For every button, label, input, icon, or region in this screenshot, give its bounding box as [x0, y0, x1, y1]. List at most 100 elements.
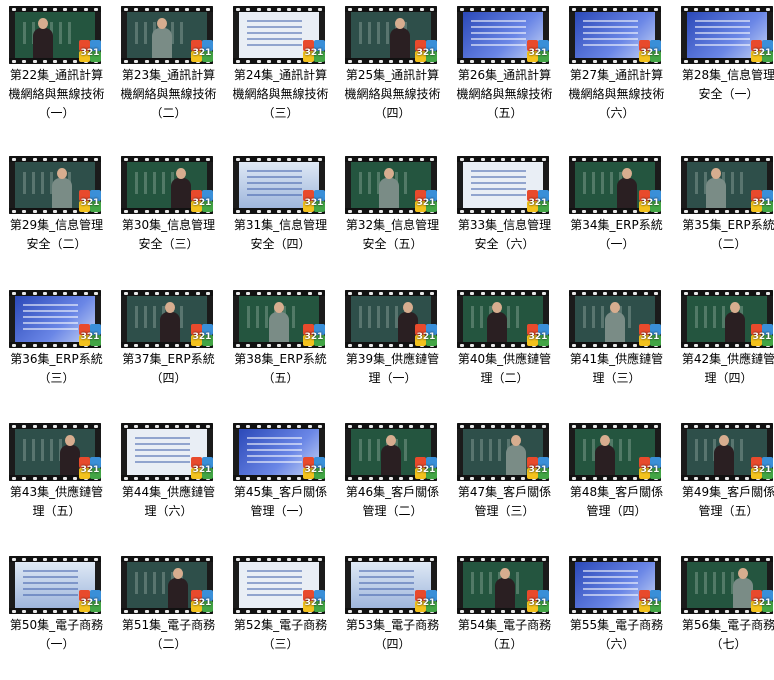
video-file-item[interactable]: 321 第29集_信息管理安全（二） [4, 152, 116, 280]
lecturer-figure [269, 302, 289, 342]
video-file-item[interactable]: 321 第42集_供應鏈管理（四） [676, 286, 774, 414]
video-thumbnail[interactable]: 321 [457, 6, 549, 64]
video-file-item[interactable]: 321 第23集_通訊計算機網絡與無線技術（二） [116, 2, 228, 130]
video-thumbnail[interactable]: 321 [121, 423, 213, 481]
video-file-item[interactable]: 321 第22集_通訊計算機網絡與無線技術（一） [4, 2, 116, 130]
video-file-name: 第36集_ERP系統（三） [10, 352, 103, 385]
video-file-item[interactable]: 321 第39集_供應鏈管理（一） [340, 286, 452, 414]
video-thumbnail[interactable]: 321 [9, 423, 101, 481]
video-thumbnail[interactable]: 321 [681, 556, 773, 614]
video-file-item[interactable]: 321 第26集_通訊計算機網絡與無線技術（五） [452, 2, 564, 130]
video-file-name: 第46集_客戶關係管理（二） [345, 485, 440, 518]
video-file-name: 第26集_通訊計算機網絡與無線技術（五） [456, 68, 553, 120]
video-thumbnail[interactable]: 321 [457, 423, 549, 481]
video-thumbnail[interactable]: 321 [345, 556, 437, 614]
video-thumbnail[interactable]: 321 [233, 290, 325, 348]
video-file-item[interactable]: 321 第47集_客戶關係管理（三） [452, 419, 564, 547]
video-file-name: 第38集_ERP系統（五） [234, 352, 327, 385]
video-file-item[interactable]: 321 第27集_通訊計算機網絡與無線技術（六） [564, 2, 676, 130]
video-file-item[interactable]: 321 第55集_電子商務（六） [564, 552, 676, 680]
video-file-item[interactable]: 321 第34集_ERP系統（一） [564, 152, 676, 280]
video-file-item[interactable]: 321 第56集_電子商務（七） [676, 552, 774, 680]
video-file-item[interactable]: 321 第44集_供應鏈管理（六） [116, 419, 228, 547]
media-player-badge-icon: 321 [639, 40, 661, 64]
video-file-item[interactable]: 321 第43集_供應鏈管理（五） [4, 419, 116, 547]
video-file-item[interactable]: 321 第30集_信息管理安全（三） [116, 152, 228, 280]
video-thumbnail[interactable]: 321 [9, 556, 101, 614]
video-thumbnail[interactable]: 321 [681, 423, 773, 481]
video-file-item[interactable]: 321 第51集_電子商務（二） [116, 552, 228, 680]
video-thumbnail[interactable]: 321 [345, 6, 437, 64]
video-file-item[interactable]: 321 第53集_電子商務（四） [340, 552, 452, 680]
video-file-item[interactable]: 321 第24集_通訊計算機網絡與無線技術（三） [228, 2, 340, 130]
video-thumbnail[interactable]: 321 [681, 6, 773, 64]
video-file-item[interactable]: 321 第52集_電子商務（三） [228, 552, 340, 680]
video-thumbnail[interactable]: 321 [457, 290, 549, 348]
video-thumbnail[interactable]: 321 [681, 290, 773, 348]
video-file-name: 第55集_電子商務（六） [569, 618, 664, 651]
media-player-badge-icon: 321 [527, 324, 549, 348]
video-file-item[interactable]: 321 第41集_供應鏈管理（三） [564, 286, 676, 414]
video-file-item[interactable]: 321 第25集_通訊計算機網絡與無線技術（四） [340, 2, 452, 130]
media-player-badge-icon: 321 [79, 590, 101, 614]
video-thumbnail[interactable]: 321 [233, 556, 325, 614]
media-player-badge-icon: 321 [639, 324, 661, 348]
video-file-item[interactable]: 321 第54集_電子商務（五） [452, 552, 564, 680]
video-file-item[interactable]: 321 第31集_信息管理安全（四） [228, 152, 340, 280]
video-thumbnail[interactable]: 321 [121, 556, 213, 614]
video-file-item[interactable]: 321 第32集_信息管理安全（五） [340, 152, 452, 280]
video-file-item[interactable]: 321 第40集_供應鏈管理（二） [452, 286, 564, 414]
video-thumbnail[interactable]: 321 [233, 6, 325, 64]
video-file-name: 第39集_供應鏈管理（一） [345, 352, 440, 385]
video-thumbnail[interactable]: 321 [233, 423, 325, 481]
video-thumbnail[interactable]: 321 [457, 556, 549, 614]
video-thumbnail[interactable]: 321 [569, 423, 661, 481]
lecturer-figure [595, 435, 615, 475]
media-player-badge-icon: 321 [415, 590, 437, 614]
video-file-item[interactable]: 321 第49集_客戶關係管理（五） [676, 419, 774, 547]
video-file-name: 第41集_供應鏈管理（三） [569, 352, 664, 385]
lecturer-figure [152, 18, 172, 58]
media-player-badge-icon: 321 [79, 190, 101, 214]
video-file-item[interactable]: 321 第46集_客戶關係管理（二） [340, 419, 452, 547]
media-player-badge-icon: 321 [527, 457, 549, 481]
lecturer-figure [33, 18, 53, 58]
media-player-badge-icon: 321 [303, 190, 325, 214]
video-thumbnail[interactable]: 321 [345, 156, 437, 214]
media-player-badge-icon: 321 [191, 590, 213, 614]
video-file-item[interactable]: 321 第33集_信息管理安全（六） [452, 152, 564, 280]
video-thumbnail[interactable]: 321 [9, 6, 101, 64]
video-file-item[interactable]: 321 第36集_ERP系統（三） [4, 286, 116, 414]
media-player-badge-icon: 321 [303, 324, 325, 348]
video-thumbnail[interactable]: 321 [9, 156, 101, 214]
video-thumbnail[interactable]: 321 [121, 290, 213, 348]
video-thumbnail[interactable]: 321 [121, 156, 213, 214]
video-file-item[interactable]: 321 第37集_ERP系統（四） [116, 286, 228, 414]
video-thumbnail[interactable]: 321 [345, 423, 437, 481]
lecturer-figure [379, 168, 399, 208]
video-thumbnail[interactable]: 321 [121, 6, 213, 64]
video-thumbnail[interactable]: 321 [569, 290, 661, 348]
video-file-item[interactable]: 321 第28集_信息管理安全（一） [676, 2, 774, 130]
media-player-badge-icon: 321 [415, 457, 437, 481]
video-thumbnail[interactable]: 321 [569, 6, 661, 64]
video-thumbnail[interactable]: 321 [569, 556, 661, 614]
video-thumbnail[interactable]: 321 [457, 156, 549, 214]
video-thumbnail[interactable]: 321 [345, 290, 437, 348]
video-file-grid: 321 第22集_通訊計算機網絡與無線技術（一） 321 第23集_通訊計算機網絡與無… [0, 0, 774, 654]
video-file-item[interactable]: 321 第50集_電子商務（一） [4, 552, 116, 680]
media-player-badge-icon: 321 [303, 590, 325, 614]
video-thumbnail[interactable]: 321 [233, 156, 325, 214]
video-thumbnail[interactable]: 321 [681, 156, 773, 214]
video-file-name: 第51集_電子商務（二） [121, 618, 216, 651]
video-file-item[interactable]: 321 第38集_ERP系統（五） [228, 286, 340, 414]
video-file-name: 第34集_ERP系統（一） [570, 218, 663, 251]
video-thumbnail[interactable]: 321 [569, 156, 661, 214]
video-file-name: 第33集_信息管理安全（六） [457, 218, 552, 251]
video-file-name: 第37集_ERP系統（四） [122, 352, 215, 385]
video-file-name: 第42集_供應鏈管理（四） [681, 352, 774, 385]
video-file-item[interactable]: 321 第45集_客戶關係管理（一） [228, 419, 340, 547]
video-thumbnail[interactable]: 321 [9, 290, 101, 348]
video-file-item[interactable]: 321 第48集_客戶關係管理（四） [564, 419, 676, 547]
video-file-item[interactable]: 321 第35集_ERP系統（二） [676, 152, 774, 280]
